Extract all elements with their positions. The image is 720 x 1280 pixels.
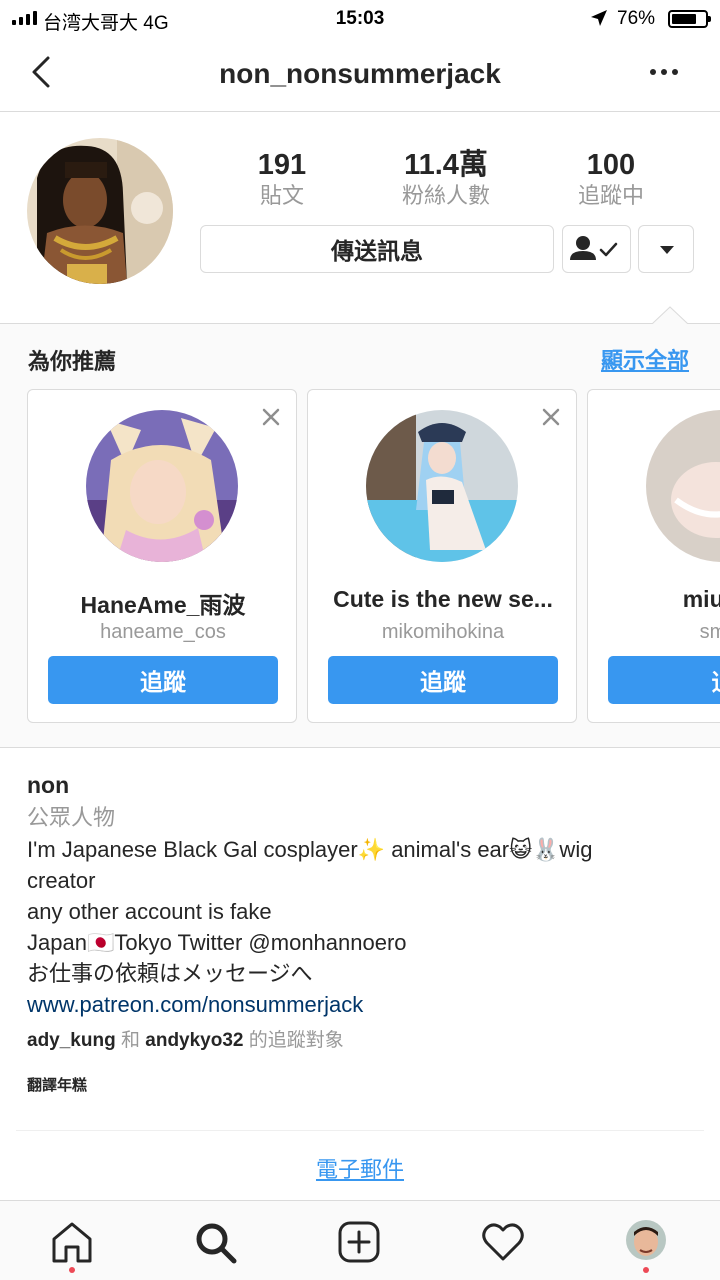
suggestion-card: HaneAme_雨波 haneame_cos 追蹤 — [27, 389, 297, 723]
close-x-icon[interactable] — [260, 406, 282, 428]
stat-posts-count: 191 — [257, 149, 307, 181]
more-dots-icon[interactable] — [648, 60, 680, 84]
header-username: non_nonsummerjack — [219, 58, 501, 89]
stat-following-label: 追蹤中 — [577, 183, 644, 208]
suggestion-avatar[interactable] — [86, 410, 238, 562]
bottom-tab-bar — [0, 1200, 720, 1280]
bio-category: 公眾人物 — [27, 805, 116, 830]
suggestions-title: 為你推薦 — [28, 349, 117, 374]
suggestion-avatar[interactable] — [366, 410, 518, 562]
follow-button[interactable]: 追蹤 — [48, 656, 278, 704]
suggestion-handle: haneame_cos — [100, 621, 226, 643]
profile-header: non_nonsummerjack — [0, 38, 720, 112]
suggestion-avatar[interactable] — [646, 410, 720, 562]
home-icon[interactable] — [49, 1219, 95, 1265]
stat-followers-count: 11.4萬 — [404, 149, 488, 181]
bio-website-link[interactable]: www.patreon.com/nonsummerjack — [27, 992, 363, 1017]
battery-level — [672, 14, 697, 24]
see-all-link[interactable]: 顯示全部 — [601, 343, 689, 375]
followed-by[interactable]: ady_kung 和 andykyo32 的追蹤對象 — [27, 1028, 697, 1054]
status-time: 15:03 — [335, 8, 385, 29]
divider — [16, 1130, 704, 1131]
following-status-button[interactable] — [562, 225, 631, 273]
bio-line: any other account is fake — [27, 899, 272, 924]
stat-followers-label: 粉絲人數 — [401, 183, 490, 208]
suggestions-panel: 為你推薦 顯示全部 HaneAme_雨波 haneame_cos 追蹤 Cute… — [0, 323, 720, 748]
bio-line: Japan🇯🇵Tokyo Twitter @monhannoero — [27, 930, 407, 955]
profile-notification-dot — [643, 1267, 649, 1273]
location-arrow-icon — [591, 10, 607, 26]
battery-icon — [668, 10, 711, 28]
person-check-icon — [570, 236, 618, 260]
follow-button[interactable]: 追蹤 — [328, 656, 558, 704]
suggestion-card: miu_co smile 追 — [587, 389, 720, 723]
suggestion-card: Cute is the new se... mikomihokina 追蹤 — [307, 389, 577, 723]
close-x-icon[interactable] — [540, 406, 562, 428]
bio-name: non — [27, 772, 70, 798]
caret-down-icon — [660, 246, 674, 254]
profile-avatar[interactable] — [27, 138, 173, 284]
stat-following-count: 100 — [586, 149, 636, 181]
new-post-icon[interactable] — [336, 1219, 382, 1265]
bio-line: I'm Japanese Black Gal cosplayer✨ animal… — [27, 837, 593, 862]
stat-posts-label: 貼文 — [259, 183, 304, 208]
follow-button[interactable]: 追 — [608, 656, 720, 704]
panel-caret — [652, 306, 688, 325]
followed-by-user-1[interactable]: ady_kung — [27, 1030, 116, 1051]
suggestion-name[interactable]: HaneAme_雨波 — [28, 586, 296, 620]
battery-percent: 76% — [617, 8, 656, 29]
activity-heart-icon[interactable] — [480, 1219, 526, 1265]
stat-posts[interactable]: 191 貼文 — [212, 148, 352, 210]
status-bar: 台湾大哥大 4G 15:03 76% — [0, 0, 720, 38]
suggestion-handle: smile — [699, 621, 720, 643]
send-message-button[interactable]: 傳送訊息 — [200, 225, 554, 273]
profile-avatar-icon[interactable] — [626, 1220, 666, 1260]
suggestion-handle: mikomihokina — [381, 621, 505, 643]
email-button[interactable]: 電子郵件 — [0, 1152, 720, 1184]
followed-by-and: 和 — [115, 1030, 146, 1051]
followed-by-suffix: 的追蹤對象 — [243, 1030, 344, 1051]
home-notification-dot — [69, 1267, 75, 1273]
suggestion-name[interactable]: Cute is the new se... — [308, 586, 576, 613]
translate-bio-link[interactable]: 翻譯年糕 — [27, 1074, 697, 1095]
suggestion-name[interactable]: miu_co — [588, 586, 720, 613]
followed-by-user-2[interactable]: andykyo32 — [145, 1030, 243, 1051]
stat-followers[interactable]: 11.4萬 粉絲人數 — [376, 148, 516, 210]
bio-line: お仕事の依頼はメッセージへ — [27, 961, 313, 986]
bio-line: creator — [27, 868, 96, 893]
bio-section: non 公眾人物 I'm Japanese Black Gal cosplaye… — [27, 770, 697, 1095]
stat-following[interactable]: 100 追蹤中 — [541, 148, 681, 210]
suggestions-toggle-button[interactable] — [638, 225, 694, 273]
search-icon[interactable] — [192, 1219, 238, 1265]
